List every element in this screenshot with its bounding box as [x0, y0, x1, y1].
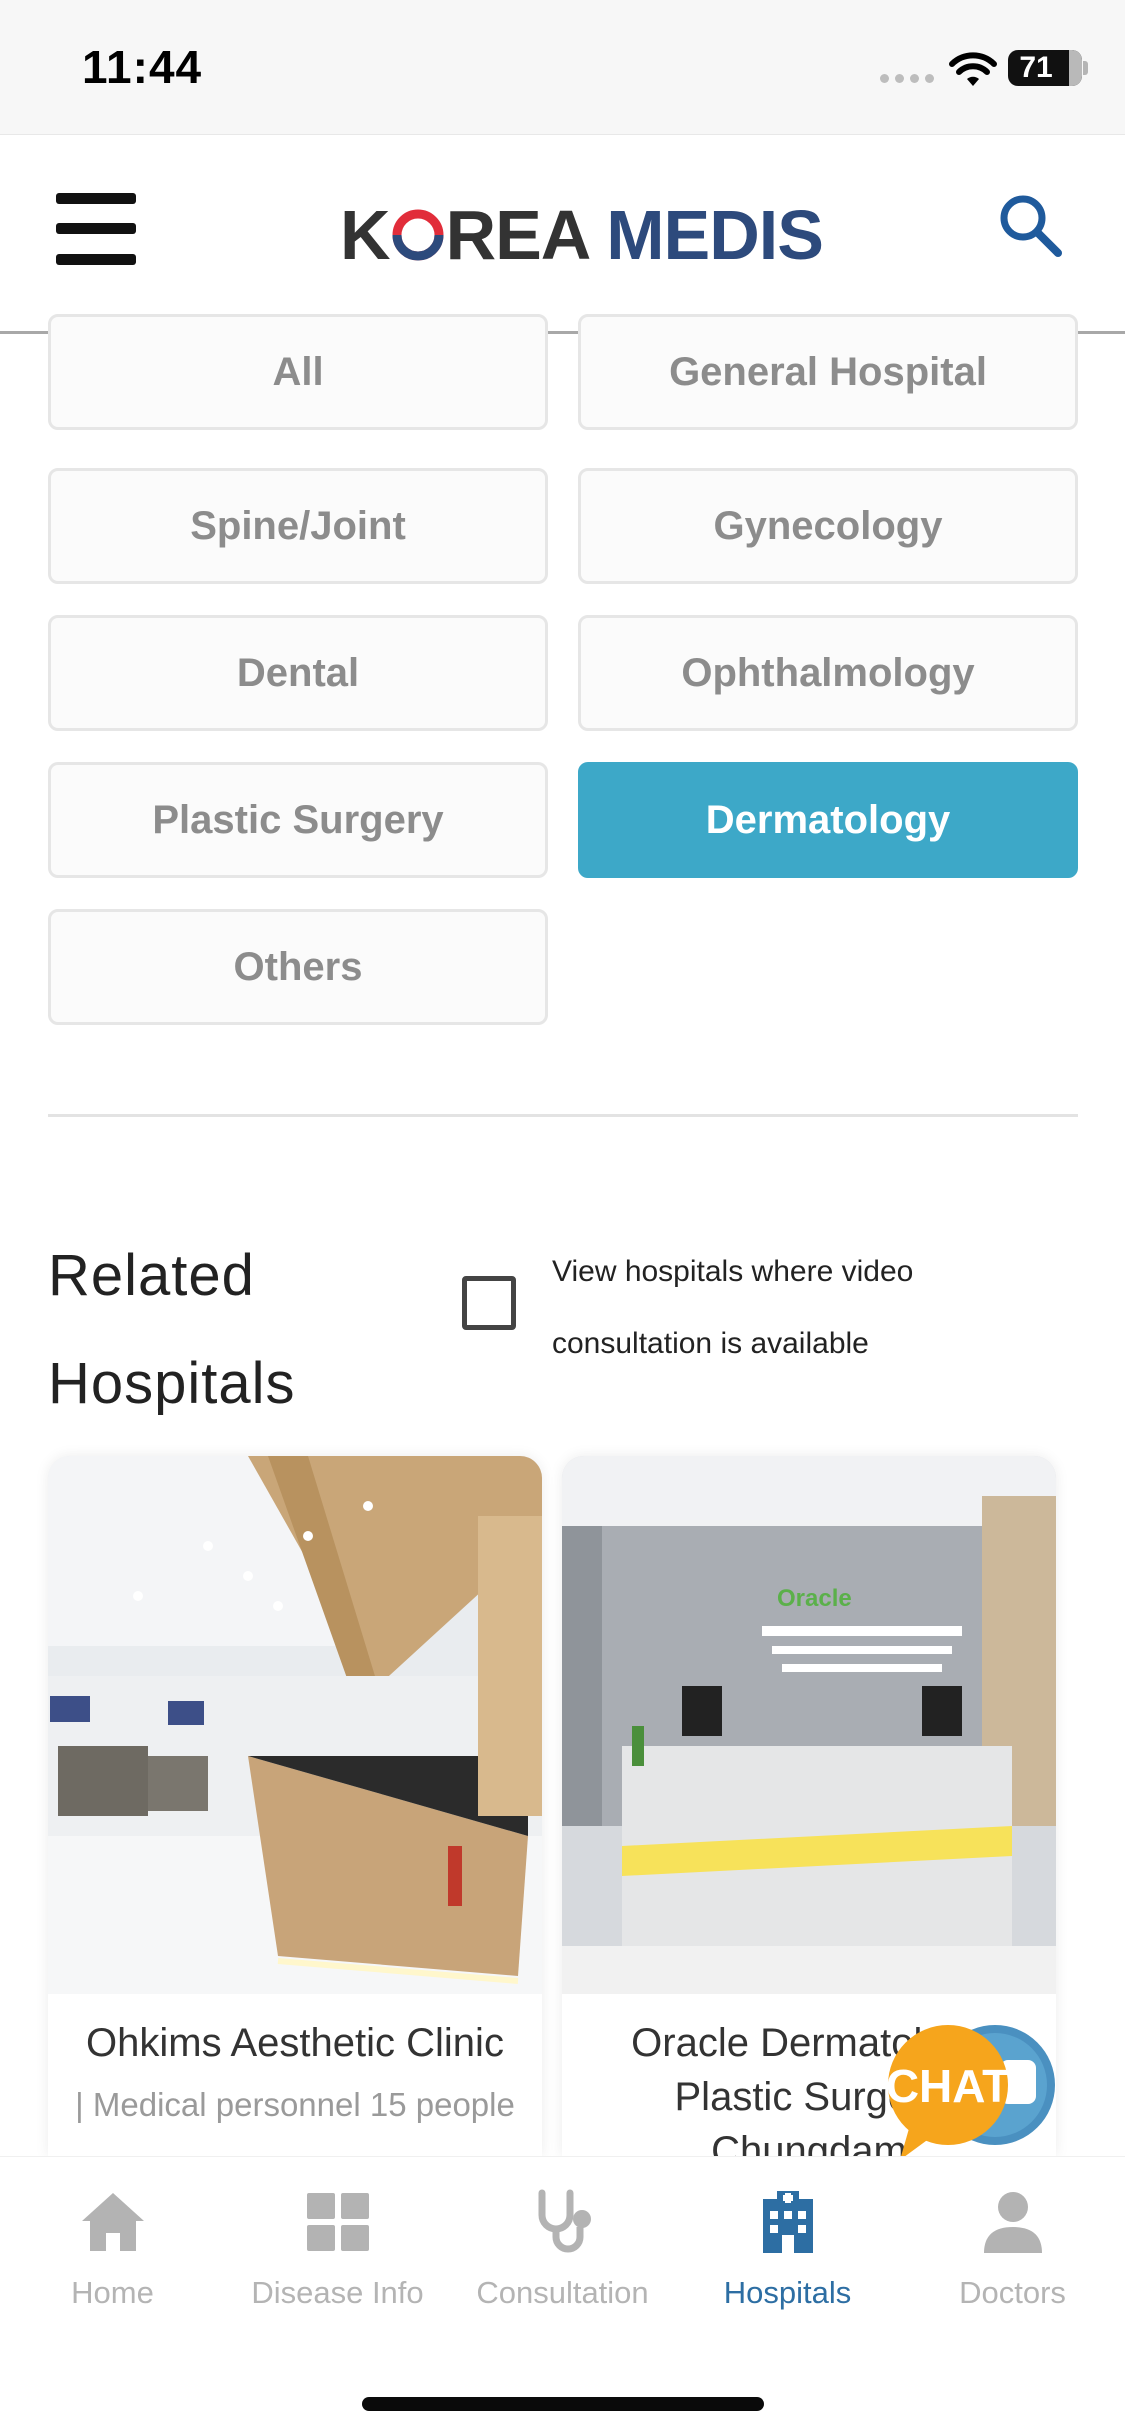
video-consultation-checkbox[interactable] — [462, 1276, 516, 1330]
video-consultation-label[interactable]: View hospitals where video consultation … — [552, 1236, 992, 1380]
nav-disease-info[interactable]: Disease Info — [225, 2187, 450, 2317]
category-general-hospital-button[interactable]: General Hospital — [578, 314, 1078, 430]
wifi-icon — [949, 52, 997, 86]
section-divider — [48, 1114, 1078, 1117]
screen: 11:44 71 K REA MEDIS All General Hospita… — [0, 0, 1125, 2436]
hospital-icon — [762, 2191, 813, 2253]
related-hospitals-title: Related Hospitals — [48, 1243, 296, 1416]
battery-icon: 71 — [1008, 50, 1088, 86]
hospital-photo — [48, 1456, 542, 1994]
logo-o-mark-icon — [392, 209, 444, 261]
nav-disease-info-label: Disease Info — [251, 2275, 424, 2310]
category-gynecology-button[interactable]: Gynecology — [578, 468, 1078, 584]
category-all-button[interactable]: All — [48, 314, 548, 430]
cellular-signal-icon — [880, 74, 934, 83]
hospital-name: Ohkims Aesthetic Clinic — [86, 2021, 504, 2065]
battery-level: 71 — [1019, 51, 1053, 84]
nav-consultation[interactable]: Consultation — [450, 2187, 675, 2317]
hospital-personnel-count: | Medical personnel 15 people — [75, 2086, 515, 2123]
bottom-navigation: Home Disease Info Consultation Hospitals… — [0, 2156, 1125, 2436]
hamburger-menu-icon[interactable] — [56, 193, 136, 265]
category-spine-joint-button[interactable]: Spine/Joint — [48, 468, 548, 584]
search-icon[interactable] — [996, 191, 1066, 261]
category-dermatology-button[interactable]: Dermatology — [578, 762, 1078, 878]
nav-hospitals[interactable]: Hospitals — [675, 2187, 900, 2317]
hospital-photo: Oracle — [562, 1456, 1056, 1994]
korea-medis-logo[interactable]: K REA MEDIS — [340, 195, 824, 275]
stethoscope-icon — [538, 2189, 591, 2253]
category-ophthalmology-button[interactable]: Ophthalmology — [578, 615, 1078, 731]
oracle-sign-text: Oracle — [777, 1585, 852, 1612]
grid-icon — [306, 2193, 369, 2251]
app-header: K REA MEDIS — [0, 134, 1125, 334]
nav-home-label: Home — [71, 2275, 154, 2310]
status-time: 11:44 — [82, 41, 203, 93]
nav-home[interactable]: Home — [0, 2187, 225, 2317]
category-dental-button[interactable]: Dental — [48, 615, 548, 731]
category-plastic-surgery-button[interactable]: Plastic Surgery — [48, 762, 548, 878]
nav-doctors[interactable]: Doctors — [900, 2187, 1125, 2317]
chat-button[interactable]: CHAT — [880, 2020, 1060, 2170]
nav-doctors-label: Doctors — [959, 2275, 1066, 2310]
hospital-card[interactable]: Ohkims Aesthetic Clinic | Medical person… — [48, 1456, 542, 2156]
person-icon — [983, 2192, 1042, 2253]
status-bar: 11:44 71 — [0, 0, 1125, 134]
home-indicator[interactable] — [362, 2397, 764, 2411]
chat-label: CHAT — [886, 2060, 1010, 2112]
nav-hospitals-label: Hospitals — [723, 2275, 852, 2310]
nav-consultation-label: Consultation — [476, 2275, 649, 2310]
home-icon — [81, 2193, 144, 2251]
category-others-button[interactable]: Others — [48, 909, 548, 1025]
